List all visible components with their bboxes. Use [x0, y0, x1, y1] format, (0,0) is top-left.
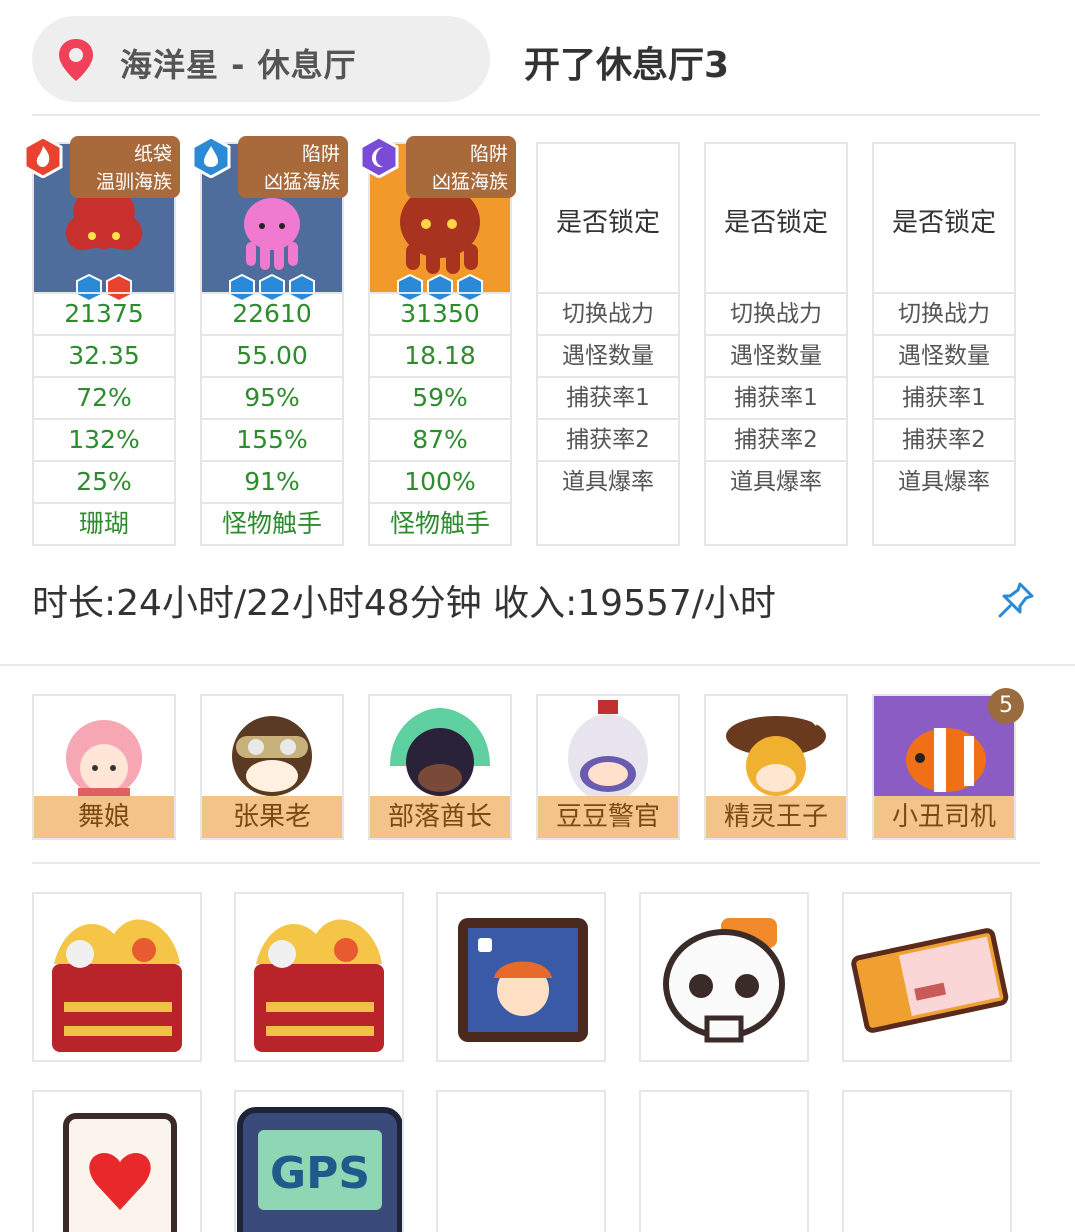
stat-capture-2: 132%	[34, 418, 174, 460]
slot-row-drop-rate: 道具爆率	[706, 460, 846, 502]
empty-slot-1[interactable]: 是否锁定 切换战力 遇怪数量 捕获率1 捕获率2 道具爆率	[536, 142, 680, 546]
stat-drop-rate: 100%	[370, 460, 510, 502]
stat-item: 怪物触手	[202, 502, 342, 544]
ticket-icon	[851, 928, 1009, 1033]
slot-row-encounter: 遇怪数量	[874, 334, 1014, 376]
lock-toggle-label[interactable]: 是否锁定	[706, 202, 846, 239]
character-name: 张果老	[202, 796, 342, 838]
character-card-1[interactable]: 舞娘	[32, 694, 176, 840]
stat-item: 珊瑚	[34, 502, 174, 544]
item-slot-6[interactable]	[32, 1090, 202, 1232]
character-name: 豆豆警官	[538, 796, 678, 838]
location-pin-icon	[59, 39, 93, 81]
location-selector[interactable]: 海洋星 - 休息厅	[32, 16, 490, 102]
slot-row-capture-1: 捕获率1	[706, 376, 846, 418]
location-label: 海洋星 - 休息厅	[120, 46, 357, 84]
divider	[32, 114, 1040, 116]
gps-device-icon: GPS	[237, 1107, 402, 1232]
lock-toggle-label[interactable]: 是否锁定	[874, 202, 1014, 239]
item-slot-1[interactable]	[32, 892, 202, 1062]
item-slot-2[interactable]	[234, 892, 404, 1062]
pin-icon[interactable]	[996, 580, 1036, 620]
character-card-4[interactable]: 豆豆警官	[536, 694, 680, 840]
character-name: 小丑司机	[874, 796, 1014, 838]
count-badge: 5	[988, 688, 1024, 724]
slot-row-capture-1: 捕获率1	[538, 376, 678, 418]
stat-encounter: 55.00	[202, 334, 342, 376]
item-slot-8[interactable]	[436, 1090, 606, 1232]
divider	[0, 664, 1075, 666]
empty-slot-3[interactable]: 是否锁定 切换战力 遇怪数量 捕获率1 捕获率2 道具爆率	[872, 142, 1016, 546]
slot-row-capture-2: 捕获率2	[874, 418, 1014, 460]
character-card-3[interactable]: 部落酋长	[368, 694, 512, 840]
empty-slot-2[interactable]: 是否锁定 切换战力 遇怪数量 捕获率1 捕获率2 道具爆率	[704, 142, 848, 546]
monster-tag: 纸袋 温驯海族	[70, 136, 180, 198]
stat-drop-rate: 91%	[202, 460, 342, 502]
photo-frame-icon	[458, 918, 588, 1042]
bento-box-icon	[254, 919, 384, 1052]
item-slot-9[interactable]	[639, 1090, 809, 1232]
stat-capture-1: 95%	[202, 376, 342, 418]
slot-row-encounter: 遇怪数量	[538, 334, 678, 376]
stat-encounter: 18.18	[370, 334, 510, 376]
chief-avatar-icon	[390, 708, 490, 796]
bento-box-icon	[52, 919, 182, 1052]
water-element-icon	[191, 136, 231, 178]
monster-tag: 陷阱 凶猛海族	[406, 136, 516, 198]
slot-row-power: 切换战力	[538, 292, 678, 334]
item-slot-3[interactable]	[436, 892, 606, 1062]
prince-avatar-icon	[726, 708, 826, 796]
dark-element-icon	[359, 136, 399, 178]
stat-power: 31350	[370, 292, 510, 334]
slot-row-drop-rate: 道具爆率	[874, 460, 1014, 502]
item-slot-4[interactable]	[639, 892, 809, 1062]
slot-row-capture-2: 捕获率2	[538, 418, 678, 460]
dancer-avatar-icon	[66, 720, 142, 800]
skull-icon	[663, 918, 785, 1043]
lock-toggle-label[interactable]: 是否锁定	[538, 202, 678, 239]
stat-power: 22610	[202, 292, 342, 334]
item-slot-10[interactable]	[842, 1090, 1012, 1232]
officer-avatar-icon	[568, 700, 648, 802]
slot-row-power: 切换战力	[706, 292, 846, 334]
character-name: 舞娘	[34, 796, 174, 838]
page-title: 开了休息厅3	[524, 45, 730, 86]
fire-element-icon	[23, 136, 63, 178]
divider	[32, 862, 1040, 864]
stat-item: 怪物触手	[370, 502, 510, 544]
slot-row-capture-2: 捕获率2	[706, 418, 846, 460]
item-slot-7[interactable]: GPS	[234, 1090, 404, 1232]
monster-tag: 陷阱 凶猛海族	[238, 136, 348, 198]
stat-capture-2: 87%	[370, 418, 510, 460]
character-card-2[interactable]: 张果老	[200, 694, 344, 840]
svg-text:GPS: GPS	[270, 1148, 370, 1199]
item-slot-5[interactable]	[842, 892, 1012, 1062]
slot-row-power: 切换战力	[874, 292, 1014, 334]
slot-row-encounter: 遇怪数量	[706, 334, 846, 376]
monster-slot-3[interactable]: 陷阱 凶猛海族 31350 18.18 59% 87% 100% 怪物触手	[359, 136, 516, 546]
stat-capture-1: 72%	[34, 376, 174, 418]
monster-slot-1[interactable]: 纸袋 温驯海族 21375 32.35 72% 132% 25% 珊瑚	[23, 136, 180, 546]
goggles-avatar-icon	[232, 716, 312, 796]
stat-capture-2: 155%	[202, 418, 342, 460]
character-card-5[interactable]: 精灵王子	[704, 694, 848, 840]
stat-capture-1: 59%	[370, 376, 510, 418]
stat-encounter: 32.35	[34, 334, 174, 376]
duration-income-summary: 时长:24小时/22小时48分钟 收入:19557/小时	[32, 583, 776, 624]
stat-power: 21375	[34, 292, 174, 334]
ace-of-hearts-icon	[63, 1113, 177, 1232]
stat-drop-rate: 25%	[34, 460, 174, 502]
character-name: 部落酋长	[370, 796, 510, 838]
slot-row-drop-rate: 道具爆率	[538, 460, 678, 502]
slot-row-capture-1: 捕获率1	[874, 376, 1014, 418]
character-name: 精灵王子	[706, 796, 846, 838]
monster-slot-2[interactable]: 陷阱 凶猛海族 22610 55.00 95% 155% 91% 怪物触手	[191, 136, 348, 546]
